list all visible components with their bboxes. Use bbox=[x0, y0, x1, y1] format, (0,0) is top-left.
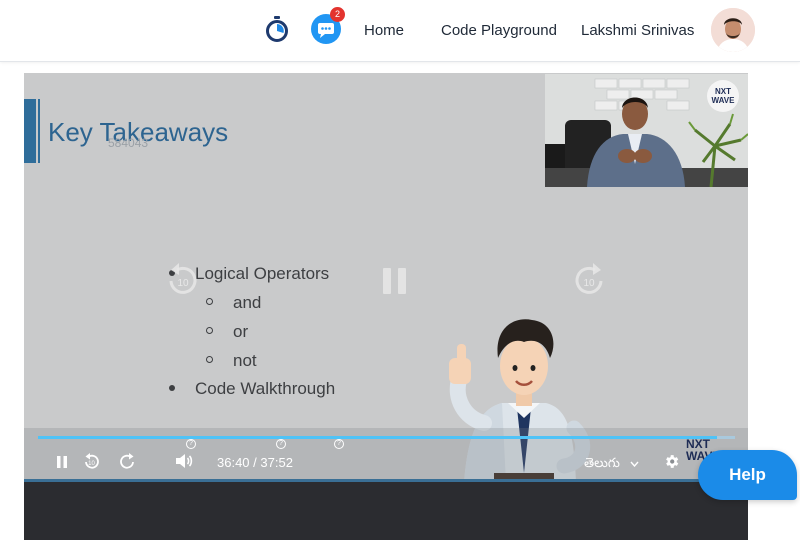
volume-icon[interactable] bbox=[175, 453, 193, 469]
chapter-marker[interactable]: ? bbox=[334, 439, 344, 449]
nav-home-link[interactable]: Home bbox=[364, 22, 404, 39]
rewind-10-label: 10 bbox=[177, 278, 189, 289]
avatar[interactable] bbox=[711, 8, 755, 52]
bullet-item: and bbox=[206, 293, 261, 313]
bullet-text: and bbox=[233, 293, 262, 312]
bullet-item: or bbox=[206, 322, 248, 342]
top-header: 2 Home Code Playground Lakshmi Srinivas bbox=[0, 0, 800, 62]
language-selector[interactable]: తెలుగు bbox=[584, 455, 639, 474]
page: 2 Home Code Playground Lakshmi Srinivas … bbox=[0, 0, 800, 540]
forward-10-icon[interactable] bbox=[119, 452, 137, 470]
rewind-10-icon[interactable]: 10 bbox=[82, 452, 100, 470]
letterbox-accent-line bbox=[24, 479, 748, 482]
language-label: తెలుగు bbox=[584, 455, 620, 470]
bullet-ring bbox=[206, 298, 213, 306]
time-display: 36:40 / 37:52 bbox=[217, 455, 293, 470]
duration: 37:52 bbox=[260, 455, 293, 470]
bullet-ring bbox=[206, 356, 213, 364]
rewind-10-overlay-icon[interactable]: 10 bbox=[165, 259, 201, 299]
video-player[interactable]: Key Takeaways 584043 NXT WAVE Logical Op… bbox=[24, 73, 748, 540]
presenter-webcam: NXT WAVE bbox=[545, 74, 748, 187]
stopwatch-icon[interactable] bbox=[265, 16, 289, 42]
slide-accent-line bbox=[38, 99, 40, 163]
forward-10-label: 10 bbox=[583, 278, 595, 289]
slide-accent-bar bbox=[24, 99, 36, 163]
chat-badge: 2 bbox=[330, 7, 345, 22]
webcam-logo-line2: WAVE bbox=[712, 96, 736, 105]
chevron-down-icon bbox=[630, 461, 639, 467]
pause-icon[interactable] bbox=[55, 455, 69, 469]
slide-code: 584043 bbox=[108, 136, 149, 150]
rewind-10-small-label: 10 bbox=[88, 461, 95, 467]
forward-10-overlay-icon[interactable]: 10 bbox=[571, 259, 607, 299]
help-button[interactable]: Help bbox=[698, 450, 797, 500]
progress-bar[interactable]: ? ? ? bbox=[38, 436, 735, 449]
bullet-ring bbox=[206, 327, 213, 335]
bullet-item: Code Walkthrough bbox=[169, 379, 335, 399]
chapter-marker[interactable]: ? bbox=[276, 439, 286, 449]
avatar-portrait bbox=[711, 8, 755, 52]
bullet-text: or bbox=[233, 322, 249, 341]
video-control-bar: ? ? ? 10 36:40 / 37:52 తెలుగు NXT WAVE bbox=[24, 428, 748, 480]
current-time: 36:40 bbox=[217, 455, 250, 470]
bullet-item: not bbox=[206, 351, 257, 371]
user-name[interactable]: Lakshmi Srinivas bbox=[581, 22, 694, 39]
time-separator: / bbox=[253, 455, 257, 470]
pause-overlay-icon[interactable] bbox=[381, 266, 409, 296]
chapter-marker[interactable]: ? bbox=[186, 439, 196, 449]
bullet-text: Code Walkthrough bbox=[195, 379, 336, 398]
progress-bar-fill bbox=[38, 436, 717, 439]
webcam-logo-line1: NXT bbox=[715, 87, 731, 96]
video-letterbox bbox=[24, 479, 748, 540]
bullet-text: Logical Operators bbox=[195, 264, 330, 283]
presenter-scene: NXT WAVE bbox=[545, 74, 748, 187]
bullet-text: not bbox=[233, 351, 257, 370]
settings-gear-icon[interactable] bbox=[663, 453, 680, 470]
nav-code-playground-link[interactable]: Code Playground bbox=[441, 22, 557, 39]
bullet-dot bbox=[169, 384, 175, 391]
